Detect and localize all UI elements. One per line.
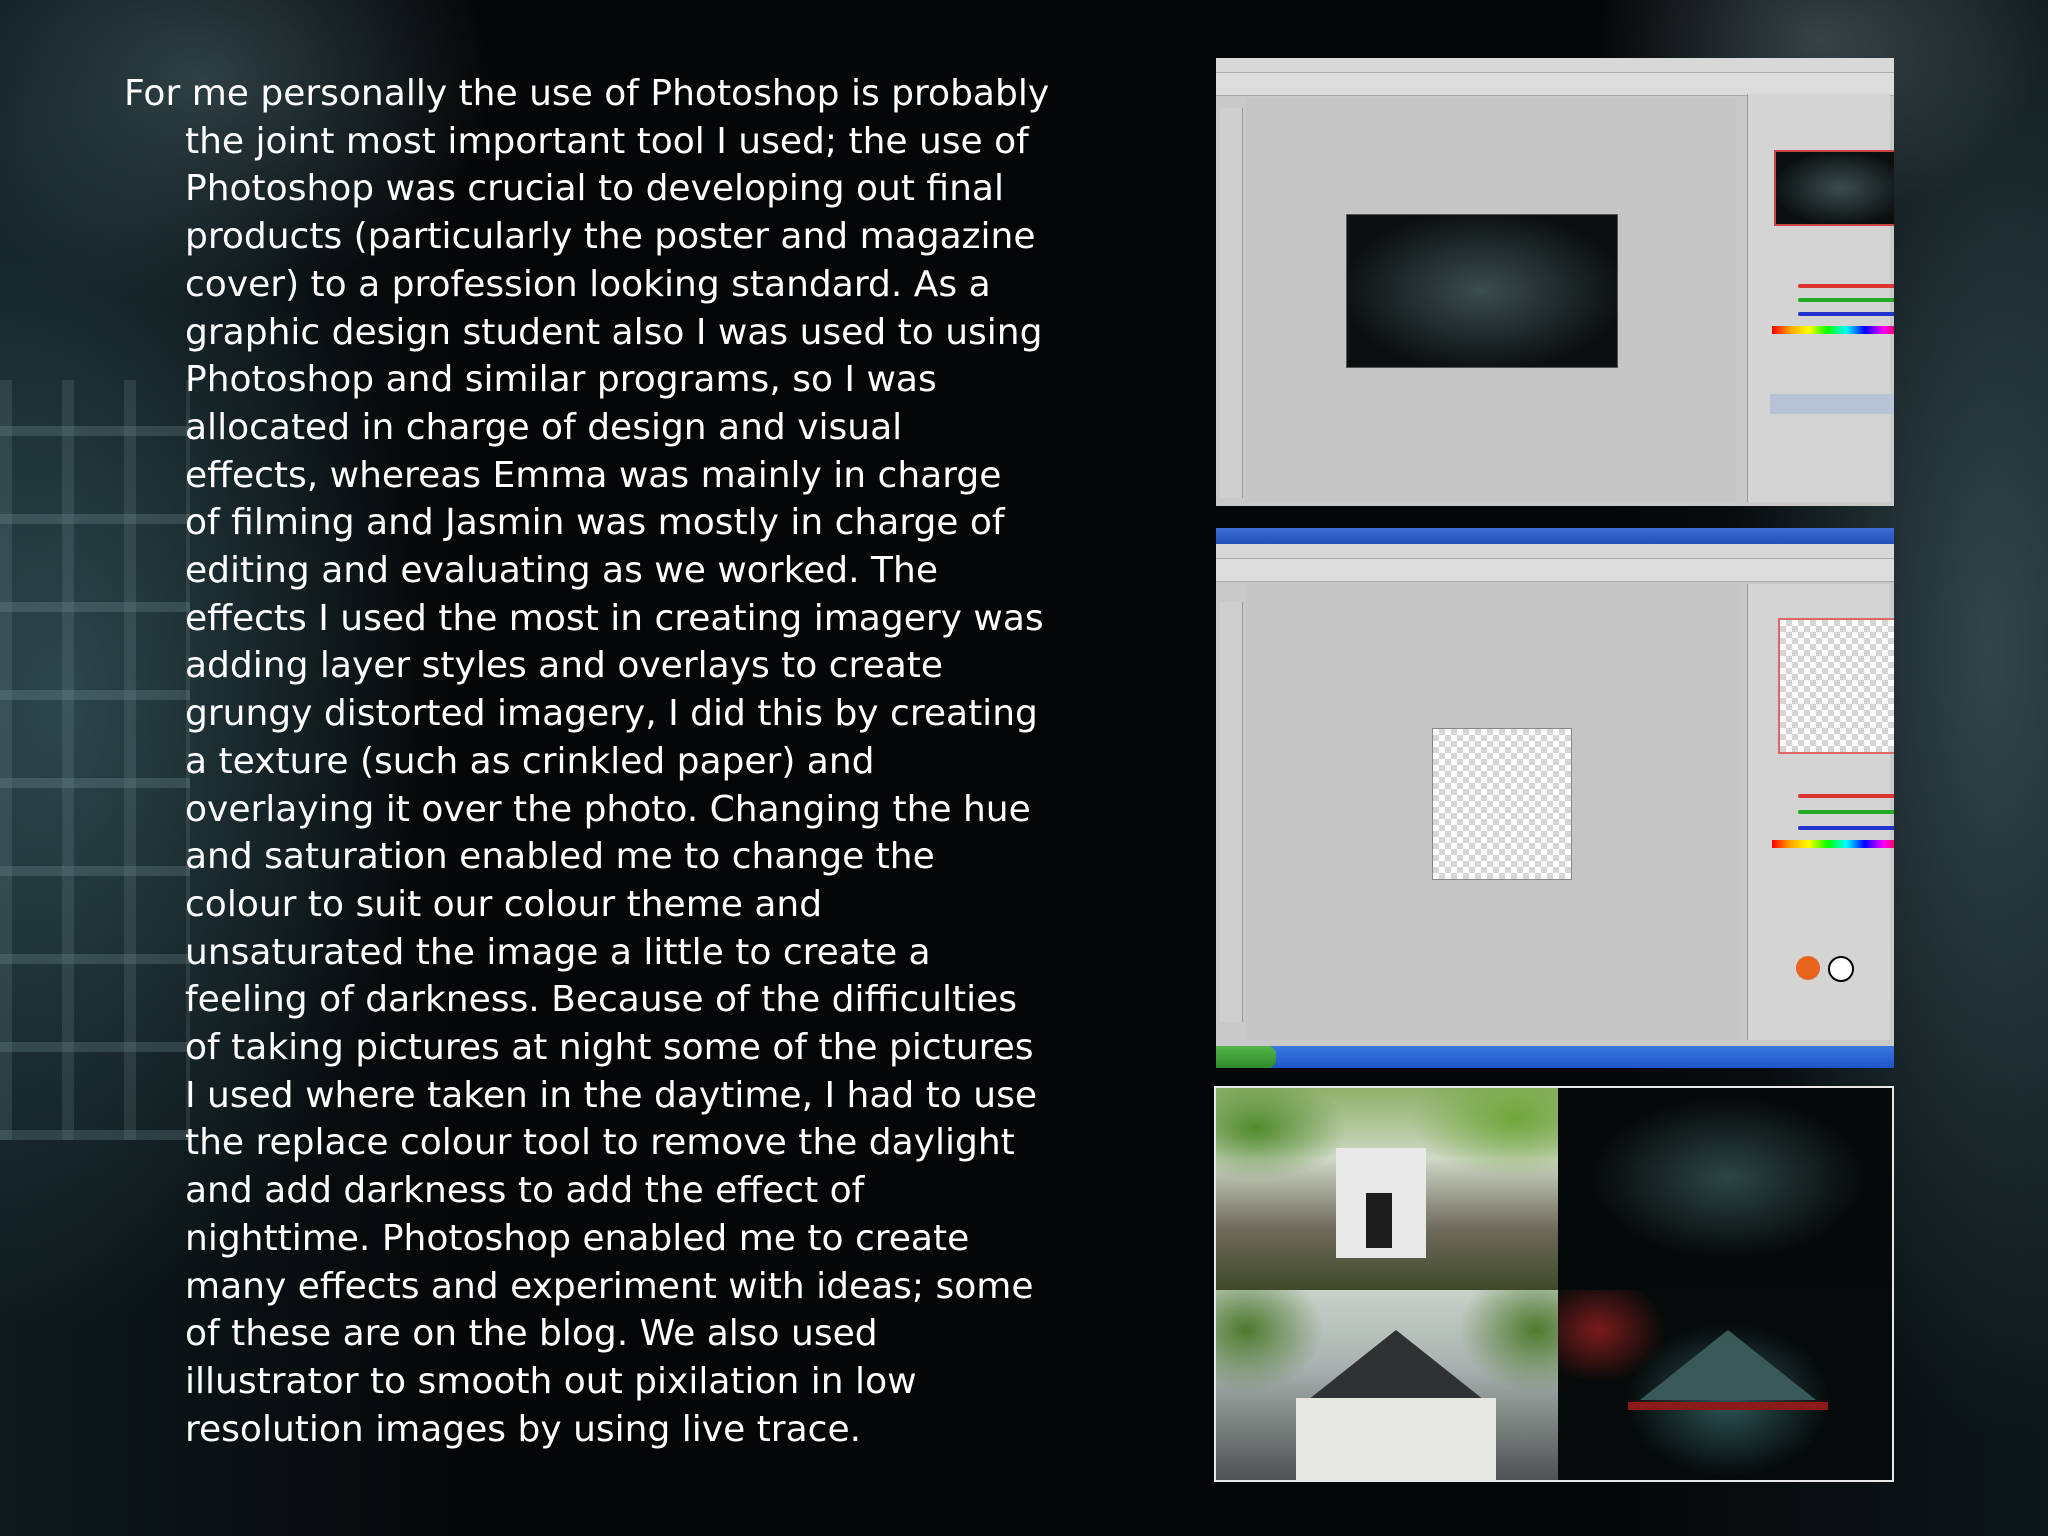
ps-menu-bar [1216,58,1894,73]
ps-toolbox [1220,108,1243,498]
ps-navigator-thumbnail [1778,618,1894,754]
cottage-wall [1296,1398,1496,1480]
photoshop-screenshot-2 [1216,528,1894,1068]
ps-navigator-thumbnail [1774,150,1894,226]
photoshop-screenshot-1 [1216,58,1894,506]
house-door [1366,1193,1392,1248]
ps-blue-slider [1798,826,1894,830]
ps-document-image [1346,214,1618,368]
red-stain [1628,1402,1828,1410]
ps-color-spectrum [1772,326,1894,334]
ps-red-slider [1798,794,1894,798]
ps-title-bar [1216,528,1894,544]
daytime-cottage-photo [1216,1290,1558,1480]
windows-taskbar [1216,1046,1894,1068]
ps-panels [1747,584,1894,1040]
ps-green-slider [1798,298,1894,302]
ps-white-swatch [1828,956,1854,982]
ps-options-bar [1216,559,1894,582]
ps-canvas-area [1246,584,1740,1040]
ps-layer-row [1770,394,1894,414]
ps-color-spectrum [1772,840,1894,848]
ps-orange-swatch [1796,956,1820,980]
darkened-house-photo [1558,1088,1892,1290]
edited-cottage-photo [1558,1290,1892,1480]
ps-red-slider [1798,284,1894,288]
ps-green-slider [1798,810,1894,814]
cottage-roof [1640,1330,1816,1400]
ps-canvas-area [1246,98,1736,502]
ps-toolbox [1220,602,1243,1022]
daytime-house-photo [1216,1088,1558,1290]
cottage-roof [1308,1330,1484,1400]
start-button [1216,1046,1276,1068]
ps-blue-slider [1798,312,1894,316]
ps-menu-bar [1216,544,1894,559]
ps-options-bar [1216,73,1894,96]
before-after-photo-grid [1214,1086,1894,1482]
ps-transparent-document [1432,728,1572,880]
ps-panels [1747,94,1894,502]
body-text: For me personally the use of Photoshop i… [124,73,1050,1450]
